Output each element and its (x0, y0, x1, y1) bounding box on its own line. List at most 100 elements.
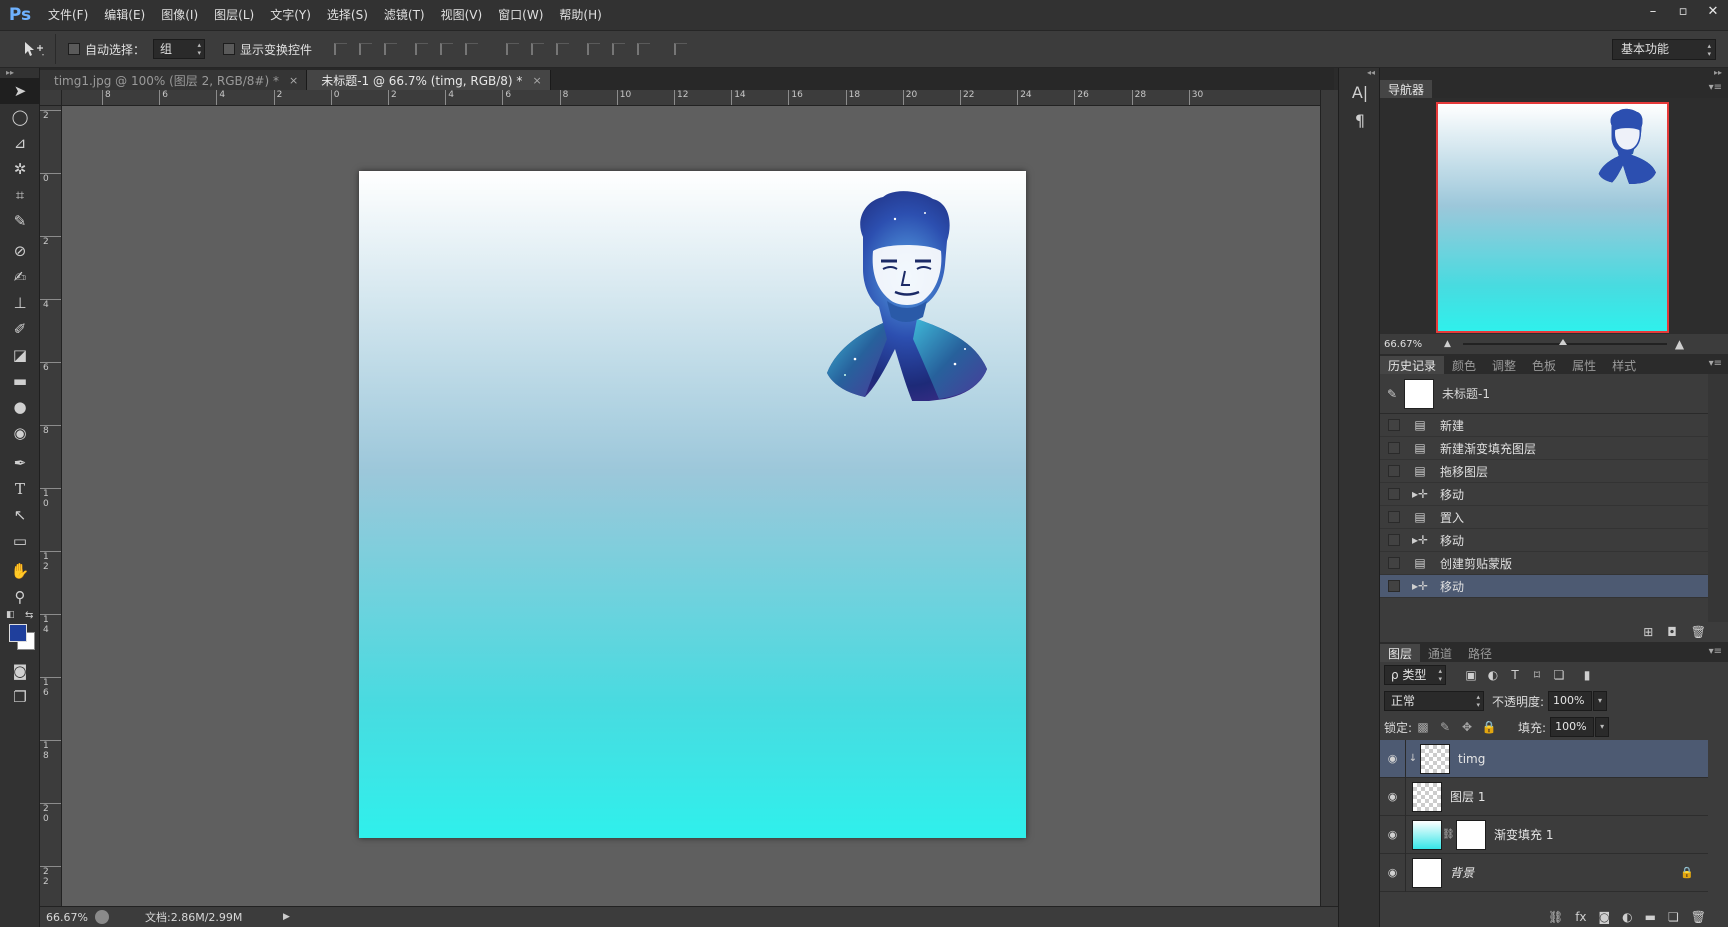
history-checkbox[interactable] (1388, 442, 1400, 454)
history-scrollbar[interactable] (1708, 374, 1728, 622)
history-item[interactable]: ▤ 置入 (1380, 506, 1708, 529)
zoom-out-icon[interactable]: ▲ (1444, 339, 1451, 349)
opacity-slider-button[interactable]: ▾ (1593, 691, 1608, 711)
panel-menu-icon[interactable]: ▾≡ (1709, 358, 1722, 369)
magic-wand-tool[interactable]: ✲ (0, 156, 40, 182)
lasso-tool[interactable]: ⊿ (0, 130, 40, 156)
slider-thumb[interactable] (1558, 339, 1567, 345)
visibility-eye-icon[interactable]: ◉ (1380, 777, 1406, 816)
tab-swatches[interactable]: 色板 (1524, 356, 1564, 374)
add-mask-icon[interactable]: ◙ (1599, 910, 1611, 924)
layer-row-layer-1[interactable]: ◉ 图层 1 (1380, 777, 1708, 816)
show-transform-check-box[interactable] (223, 43, 236, 55)
auto-select-check-box[interactable] (68, 43, 80, 55)
filter-pixel-icon[interactable]: ▣ (1460, 668, 1482, 682)
align-top-icon[interactable] (328, 39, 353, 59)
zoom-tool[interactable]: ⚲ (0, 584, 40, 610)
filter-smart-object-icon[interactable]: ❏ (1548, 668, 1570, 682)
hand-tool[interactable]: ✋ (0, 558, 40, 584)
history-item[interactable]: ▤ 拖移图层 (1380, 460, 1708, 483)
layer-thumbnail[interactable] (1412, 781, 1442, 812)
menu-item-layer[interactable]: 图层(L) (206, 0, 262, 30)
gradient-thumbnail[interactable] (1412, 819, 1442, 850)
navigator-preview[interactable] (1380, 98, 1728, 334)
visibility-eye-icon[interactable]: ◉ (1380, 853, 1406, 892)
type-tool[interactable]: T (0, 476, 40, 502)
close-tab-icon[interactable]: × (532, 74, 541, 87)
visibility-eye-icon[interactable]: ◉ (1380, 739, 1406, 778)
foreground-color-swatch[interactable] (9, 624, 27, 642)
navigator-zoom-field[interactable]: 66.67% (1380, 339, 1436, 350)
distribute-top-icon[interactable] (500, 39, 525, 59)
history-brush-source-icon[interactable]: ✎ (1380, 387, 1404, 401)
lock-pixels-icon[interactable]: ✎ (1434, 720, 1456, 734)
auto-align-icon[interactable] (668, 39, 693, 59)
layer-row-gradient-fill[interactable]: ◉ ⛓ 渐变填充 1 (1380, 815, 1708, 854)
layer-name[interactable]: 渐变填充 1 (1494, 826, 1553, 843)
layer-name[interactable]: 图层 1 (1450, 788, 1485, 805)
history-snapshot[interactable]: ✎ 未标题-1 (1380, 374, 1708, 414)
eraser-tool[interactable]: ◪ (0, 342, 40, 368)
tab-untitled-1[interactable]: 未标题-1 @ 66.7% (timg, RGB/8) * × (307, 70, 551, 90)
vertical-ruler[interactable]: 2 0 2 4 6 8 1 0 1 2 1 4 1 6 1 8 2 0 2 2 (40, 106, 62, 906)
menu-item-select[interactable]: 选择(S) (319, 0, 376, 30)
align-right-icon[interactable] (459, 39, 484, 59)
camera-snapshot-icon[interactable]: ◘ (1667, 625, 1677, 639)
tab-navigator[interactable]: 导航器 (1380, 80, 1433, 98)
minimize-button[interactable]: – (1638, 0, 1668, 22)
filter-shape-icon[interactable]: ⌑ (1526, 668, 1548, 682)
history-checkbox[interactable] (1388, 511, 1400, 523)
link-layers-icon[interactable]: ⛓ (1548, 910, 1563, 924)
blend-mode-dropdown[interactable]: 正常 (1384, 691, 1484, 711)
move-tool-preset-button[interactable] (12, 34, 56, 64)
history-checkbox[interactable] (1388, 465, 1400, 477)
menu-item-window[interactable]: 窗口(W) (490, 0, 551, 30)
default-colors-icon[interactable]: ◧ (6, 610, 15, 620)
fx-icon[interactable]: fx (1575, 910, 1586, 924)
document-canvas[interactable] (359, 171, 1026, 838)
filter-adjustment-icon[interactable]: ◐ (1482, 668, 1504, 682)
tab-adjustments[interactable]: 调整 (1484, 356, 1524, 374)
gradient-tool[interactable]: ▬ (0, 368, 40, 394)
history-checkbox[interactable] (1388, 557, 1400, 569)
navigator-thumbnail[interactable] (1436, 102, 1669, 333)
tab-color[interactable]: 颜色 (1444, 356, 1484, 374)
align-bottom-icon[interactable] (378, 39, 403, 59)
layer-row-timg[interactable]: ◉ ↓ timg (1380, 739, 1708, 778)
distribute-left-icon[interactable] (581, 39, 606, 59)
status-menu-arrow-icon[interactable]: ▶ (283, 912, 290, 922)
distribute-bottom-icon[interactable] (550, 39, 575, 59)
horizontal-ruler[interactable]: 8 6 4 2 0 2 4 6 8 10 12 14 16 18 20 22 24 26 28 30 (62, 90, 1320, 106)
menu-item-filter[interactable]: 滤镜(T) (376, 0, 433, 30)
lock-all-icon[interactable]: 🔒 (1478, 720, 1500, 734)
close-window-button[interactable]: ✕ (1698, 0, 1728, 22)
filter-type-icon[interactable]: T (1504, 668, 1526, 682)
fill-field[interactable]: 100% (1550, 717, 1595, 737)
status-zoom-field[interactable]: 66.67% (40, 911, 95, 924)
history-brush-tool[interactable]: ✐ (0, 316, 40, 342)
history-checkbox[interactable] (1388, 419, 1400, 431)
history-item[interactable]: ▤ 新建渐变填充图层 (1380, 437, 1708, 460)
status-info-icon[interactable] (95, 910, 109, 924)
screen-mode-button[interactable]: ❐ (0, 684, 40, 710)
dodge-tool[interactable]: ◉ (0, 420, 40, 446)
layer-row-background[interactable]: ◉ 背景 🔒 (1380, 853, 1708, 892)
distribute-right-icon[interactable] (631, 39, 656, 59)
history-checkbox[interactable] (1388, 488, 1400, 500)
history-item[interactable]: ▸✛ 移动 (1380, 529, 1708, 552)
fill-slider-button[interactable]: ▾ (1595, 717, 1610, 737)
distribute-vcenter-icon[interactable] (525, 39, 550, 59)
menu-item-type[interactable]: 文字(Y) (262, 0, 319, 30)
marquee-tool[interactable]: ◯ (0, 104, 40, 130)
tab-channels[interactable]: 通道 (1420, 644, 1460, 662)
menu-item-help[interactable]: 帮助(H) (551, 0, 609, 30)
filter-toggle-icon[interactable]: ▮ (1576, 668, 1598, 682)
align-hcenter-icon[interactable] (434, 39, 459, 59)
trash-icon[interactable]: 🗑 (1691, 625, 1706, 639)
panels-collapse-icon[interactable]: ▸▸ (1380, 68, 1728, 78)
menu-item-view[interactable]: 视图(V) (433, 0, 491, 30)
new-document-from-state-icon[interactable]: ⊞ (1643, 625, 1653, 639)
pen-tool[interactable]: ✒ (0, 450, 40, 476)
tab-paths[interactable]: 路径 (1460, 644, 1500, 662)
new-group-icon[interactable]: ▬ (1645, 910, 1656, 924)
